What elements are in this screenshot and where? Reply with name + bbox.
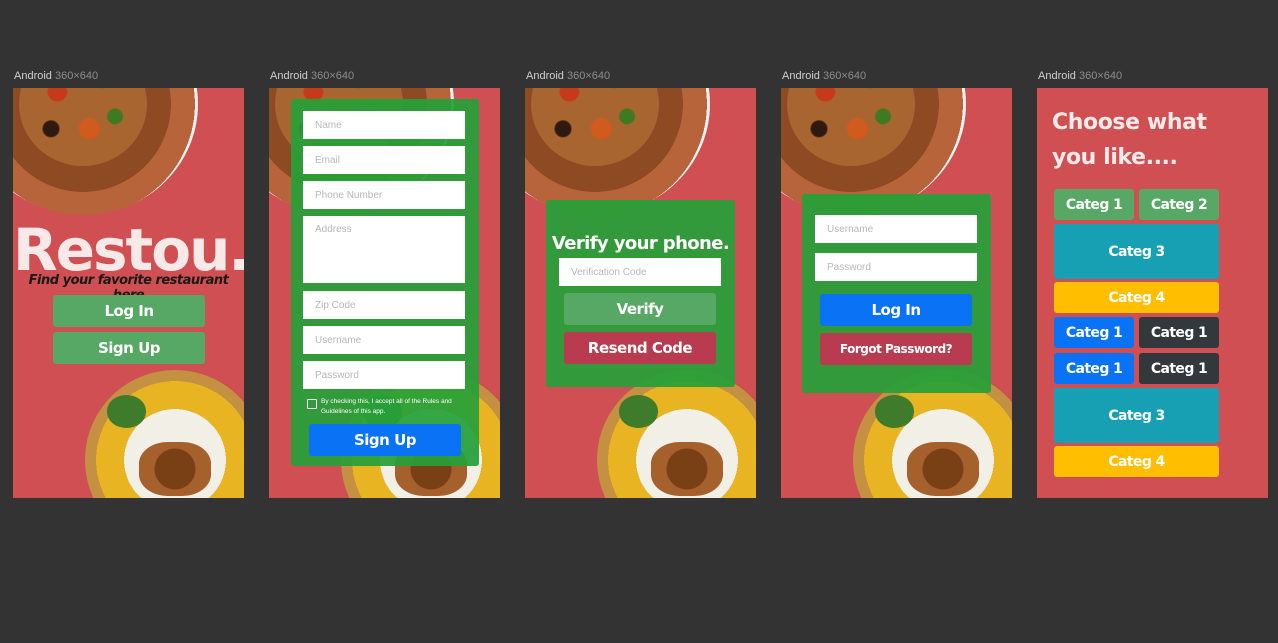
forgot-password-button[interactable]: Forgot Password? — [820, 333, 972, 365]
resend-code-button[interactable]: Resend Code — [564, 332, 716, 364]
device-size: 360×640 — [1078, 70, 1123, 82]
pasta-plate-image — [525, 88, 710, 215]
device-size: 360×640 — [310, 70, 355, 82]
verification-code-field[interactable]: Verification Code — [559, 258, 721, 286]
categories-title-line2: you like.... — [1052, 145, 1178, 170]
frame-label-4: Android 360×640 — [782, 70, 866, 82]
category-tile[interactable]: Categ 4 — [1054, 282, 1219, 313]
frame-label-3: Android 360×640 — [526, 70, 610, 82]
signup-submit-button[interactable]: Sign Up — [309, 424, 461, 456]
categories-screen: Choose what you like.... Categ 1 Categ 2… — [1037, 88, 1268, 498]
frame-label-5: Android 360×640 — [1038, 70, 1122, 82]
verify-button[interactable]: Verify — [564, 293, 716, 325]
device-name: Android — [270, 70, 308, 82]
terms-text: By checking this, I accept all of the Ru… — [321, 398, 452, 415]
verify-screen: Verify your phone. Verification Code Ver… — [525, 88, 756, 498]
biryani-bowl-image — [85, 370, 244, 498]
login-panel: Username Password Log In Forgot Password… — [802, 194, 991, 393]
device-size: 360×640 — [822, 70, 867, 82]
frame-label-1: Android 360×640 — [14, 70, 98, 82]
biryani-bowl-image — [597, 370, 756, 498]
signup-screen: Name Email Phone Number Address Zip Code… — [269, 88, 500, 498]
pasta-plate-image — [13, 88, 198, 215]
username-field[interactable]: Username — [303, 326, 465, 354]
password-field[interactable]: Password — [303, 361, 465, 389]
device-name: Android — [782, 70, 820, 82]
name-field[interactable]: Name — [303, 111, 465, 139]
categories-title-line1: Choose what — [1052, 110, 1207, 135]
frame-label-2: Android 360×640 — [270, 70, 354, 82]
verify-title: Verify your phone. — [551, 233, 730, 254]
category-tile[interactable]: Categ 1 — [1139, 317, 1219, 348]
device-size: 360×640 — [566, 70, 611, 82]
username-field[interactable]: Username — [815, 215, 977, 243]
zip-code-field[interactable]: Zip Code — [303, 291, 465, 319]
category-tile[interactable]: Categ 1 — [1054, 189, 1134, 220]
category-tile[interactable]: Categ 1 — [1054, 353, 1134, 384]
category-tile[interactable]: Categ 3 — [1054, 224, 1219, 279]
address-field[interactable]: Address — [303, 216, 465, 283]
categories-title: Choose what you like.... — [1052, 105, 1207, 175]
category-tile[interactable]: Categ 1 — [1054, 317, 1134, 348]
terms-checkbox[interactable] — [307, 399, 317, 409]
category-tile[interactable]: Categ 2 — [1139, 189, 1219, 220]
verify-panel: Verify your phone. Verification Code Ver… — [546, 200, 735, 387]
email-field[interactable]: Email — [303, 146, 465, 174]
category-tile[interactable]: Categ 3 — [1054, 388, 1219, 443]
device-name: Android — [526, 70, 564, 82]
login-button[interactable]: Log In — [53, 295, 205, 327]
phone-field[interactable]: Phone Number — [303, 181, 465, 209]
category-tile[interactable]: Categ 1 — [1139, 353, 1219, 384]
password-field[interactable]: Password — [815, 253, 977, 281]
signup-form-panel: Name Email Phone Number Address Zip Code… — [291, 99, 479, 466]
splash-screen: Restou. Find your favorite restaurant he… — [13, 88, 244, 498]
device-name: Android — [14, 70, 52, 82]
category-tile[interactable]: Categ 4 — [1054, 446, 1219, 477]
device-size: 360×640 — [54, 70, 99, 82]
login-button[interactable]: Log In — [820, 294, 972, 326]
login-screen: Username Password Log In Forgot Password… — [781, 88, 1012, 498]
signup-button[interactable]: Sign Up — [53, 332, 205, 364]
device-name: Android — [1038, 70, 1076, 82]
